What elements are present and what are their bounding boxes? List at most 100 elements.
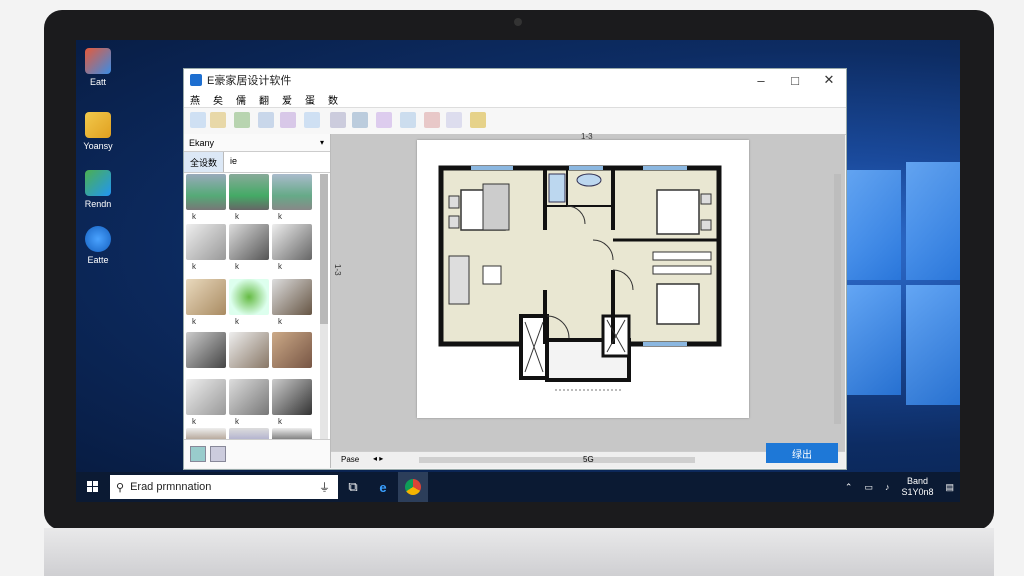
desktop-icon-2[interactable]: Yoansy: [76, 112, 128, 151]
catalog-item-cabinet[interactable]: [186, 224, 226, 260]
scroll-thumb[interactable]: [320, 174, 328, 324]
catalog-item-desk[interactable]: [186, 332, 226, 368]
menu-item[interactable]: 爱: [282, 92, 292, 107]
item-label: k: [278, 317, 282, 326]
catalog-item-landscape[interactable]: [186, 174, 226, 210]
menu-item[interactable]: 儒: [236, 92, 246, 107]
left-ruler-label: 1-3: [333, 264, 342, 276]
menu-item[interactable]: 燕: [190, 92, 200, 107]
catalog-panel: Ekany ▾ 全设数 ie k k k k k k k k k k k k: [184, 134, 331, 468]
wardrobe-strip: [652, 265, 712, 275]
item-label: k: [278, 417, 282, 426]
chevron-up-icon[interactable]: ⌃: [845, 482, 853, 493]
catalog-item-landscape[interactable]: [229, 174, 269, 210]
select-icon[interactable]: [304, 112, 320, 128]
rotate-icon[interactable]: [446, 112, 462, 128]
menu-bar: 燕 矣 儒 翻 爱 蛋 数: [184, 91, 846, 107]
catalog-dropdown[interactable]: Ekany ▾: [184, 134, 330, 152]
catalog-item-tray[interactable]: [272, 379, 312, 415]
nightstand: [448, 215, 460, 229]
desktop-icon-4[interactable]: Eatte: [76, 226, 128, 265]
nightstand: [448, 195, 460, 209]
catalog-item-cabinet[interactable]: [229, 224, 269, 260]
item-label: k: [192, 262, 196, 271]
menu-item[interactable]: 矣: [213, 92, 223, 107]
redo-icon[interactable]: [280, 112, 296, 128]
window-tool-icon[interactable]: [376, 112, 392, 128]
catalog-item-plant[interactable]: [229, 279, 269, 315]
wall-tool-icon[interactable]: [330, 112, 346, 128]
chrome-icon[interactable]: [398, 472, 428, 502]
catalog-item-stool[interactable]: [229, 379, 269, 415]
catalog-item-cabinet[interactable]: [272, 332, 312, 368]
item-label: k: [235, 317, 239, 326]
menu-item[interactable]: 蛋: [305, 92, 315, 107]
catalog-item-shelf[interactable]: [186, 279, 226, 315]
volume-icon[interactable]: ♪: [885, 482, 890, 492]
page-label: Pase: [341, 455, 360, 464]
catalog-item-table[interactable]: [186, 379, 226, 415]
catalog-item-sofa[interactable]: [272, 279, 312, 315]
wardrobe: [482, 183, 510, 231]
battery-icon[interactable]: ▭: [864, 482, 873, 493]
edge-browser-icon[interactable]: e: [368, 472, 398, 502]
open-folder-icon[interactable]: [210, 112, 226, 128]
app-icon: [85, 48, 111, 74]
close-button[interactable]: ✕: [812, 72, 846, 88]
maximize-button[interactable]: □: [778, 73, 812, 88]
menu-item[interactable]: 数: [328, 92, 338, 107]
nightstand: [700, 193, 712, 205]
catalog-item-kitchen[interactable]: [229, 332, 269, 368]
confirm-button[interactable]: 绿出: [766, 443, 838, 463]
nav-arrows-icon[interactable]: ◂ ▸: [373, 454, 383, 463]
horizontal-scrollbar[interactable]: [419, 457, 695, 463]
desktop-icon-label: Eatt: [89, 77, 106, 87]
system-tray: ⌃ ▭ ♪ Band S1Y0n8 ▤: [839, 476, 960, 498]
desktop-icon-1[interactable]: Eatt: [76, 48, 128, 87]
canvas-vertical-scrollbar[interactable]: [834, 174, 841, 424]
item-label: k: [235, 262, 239, 271]
cut-icon[interactable]: [424, 112, 440, 128]
catalog-item-landscape[interactable]: [272, 174, 312, 210]
material-icon[interactable]: [470, 112, 486, 128]
catalog-item-cabinet[interactable]: [272, 224, 312, 260]
webcam: [514, 18, 522, 26]
toolbar: [184, 107, 846, 135]
edit-icon[interactable]: [210, 446, 226, 462]
browser-icon: [85, 226, 111, 252]
taskbar: ⚲ Erad prmnnation ⏚ ⧉ e ⌃ ▭ ♪ Band S1Y0n…: [76, 472, 960, 502]
microphone-icon[interactable]: ⏚: [319, 479, 330, 495]
app-logo-icon: [190, 74, 202, 86]
item-label: k: [278, 212, 282, 221]
clock-date: S1Y0n8: [901, 487, 934, 497]
desktop-icon-3[interactable]: Rendn: [76, 170, 128, 209]
task-view-icon[interactable]: ⧉: [338, 472, 368, 502]
undo-icon[interactable]: [258, 112, 274, 128]
tab-secondary[interactable]: ie: [224, 152, 243, 172]
import-icon[interactable]: [190, 446, 206, 462]
drawing-canvas[interactable]: 1-3 1-3 Pase ◂ ▸ 5G: [331, 132, 845, 468]
desktop-icon-label: Yoansy: [83, 141, 113, 151]
clock[interactable]: Band S1Y0n8: [895, 476, 939, 498]
door-tool-icon[interactable]: [352, 112, 368, 128]
coffee-table: [482, 265, 502, 285]
bed-lower-right: [656, 283, 700, 325]
notification-icon[interactable]: ▤: [945, 482, 954, 493]
save-icon[interactable]: [234, 112, 250, 128]
catalog-title: Ekany: [189, 137, 215, 148]
search-icon: ⚲: [116, 481, 125, 494]
item-label: k: [278, 262, 282, 271]
menu-item[interactable]: 翻: [259, 92, 269, 107]
catalog-scrollbar[interactable]: [320, 174, 328, 444]
minimize-button[interactable]: –: [744, 73, 778, 88]
taskbar-search[interactable]: ⚲ Erad prmnnation ⏚: [110, 475, 338, 499]
shower: [548, 173, 566, 203]
item-label: k: [192, 212, 196, 221]
measure-icon[interactable]: [400, 112, 416, 128]
new-file-icon[interactable]: [190, 112, 206, 128]
floor-plan: [438, 165, 722, 391]
zoom-label: 5G: [583, 455, 594, 464]
tab-all[interactable]: 全设数: [184, 152, 225, 172]
start-button[interactable]: [76, 472, 110, 502]
image-icon: [85, 170, 111, 196]
